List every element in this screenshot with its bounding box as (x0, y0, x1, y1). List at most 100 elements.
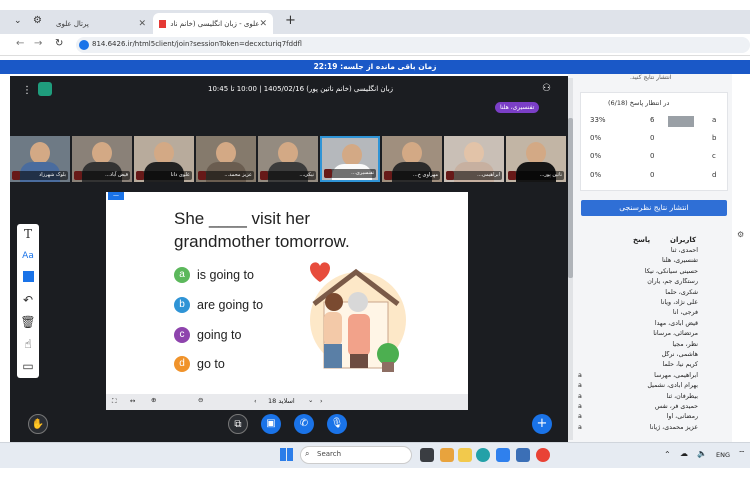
widgets-icon[interactable] (440, 448, 454, 462)
prev-slide-icon[interactable]: ‹ (254, 397, 257, 405)
slide-selector[interactable]: اسلاید 18 (268, 397, 295, 405)
edge-icon[interactable] (476, 448, 490, 462)
option-text: is going to (197, 268, 254, 282)
more-options-icon[interactable]: ⋮ (22, 85, 32, 96)
browser-menu-icon[interactable]: ⌄ (14, 16, 22, 26)
poll-user-name: تفنسیری، هلنا (661, 257, 698, 265)
input-language[interactable]: ENG (716, 451, 730, 459)
wifi-icon[interactable]: ⌔ (738, 449, 746, 459)
store-icon[interactable] (496, 448, 510, 462)
video-tile[interactable]: قیض آباد... (72, 136, 132, 182)
session-timer-bar: زمان باقی مانده از جلسه: 22:19 (0, 60, 750, 74)
back-icon[interactable]: ← (16, 38, 24, 49)
video-tile[interactable]: مهراوی خ... (382, 136, 442, 182)
browser-tab-class[interactable]: علوی - زبان انگلیسی (خانم ناد ✕ (153, 13, 273, 34)
tab-title: علوی - زبان انگلیسی (خانم ناد (170, 19, 260, 28)
video-tile[interactable]: نیکی... (258, 136, 318, 182)
windows-start-icon[interactable] (280, 448, 293, 461)
color-picker-icon[interactable] (20, 270, 36, 286)
poll-bar (668, 134, 694, 145)
slide-minimize-icon[interactable]: — (108, 192, 124, 200)
tray-speaker-icon[interactable]: 🔈 (697, 449, 707, 458)
video-tile[interactable]: بلوک شهرزاد (10, 136, 70, 182)
poll-result-row: 0% 0 d (590, 171, 722, 183)
poll-result-row: 33% 6 a (590, 116, 722, 128)
chevron-down-icon[interactable]: ⌄ (308, 396, 313, 404)
poll-label: d (712, 171, 717, 179)
fit-width-icon[interactable]: ↔ (130, 397, 135, 405)
screen-share-button[interactable]: ⧉ (228, 414, 248, 434)
poll-user-name: علی نژاد، ویانا (660, 299, 698, 306)
poll-user-row: نظر، مجیا (578, 341, 698, 351)
poll-user-name: فرجی، آنا (672, 309, 698, 317)
actions-plus-button[interactable]: + (532, 414, 552, 434)
zoom-in-icon[interactable]: ⊕ (151, 396, 156, 404)
media-icon[interactable] (516, 448, 530, 462)
poll-percent: 33% (590, 116, 606, 124)
poll-user-name: هاشمی، نرگل (661, 351, 698, 358)
option-letter: c (174, 327, 190, 343)
browser-settings-icon[interactable]: ⚙ (33, 15, 42, 26)
poll-result-row: 0% 0 c (590, 152, 722, 164)
poll-percent: 0% (590, 152, 602, 160)
user-icon[interactable]: ⚇ (542, 83, 551, 94)
poll-user-row: هاشمی، نرگل (578, 351, 698, 361)
new-tab-icon[interactable]: + (285, 13, 296, 28)
video-tile[interactable]: ناتین پور... (506, 136, 566, 182)
next-slide-icon[interactable]: › (320, 397, 323, 405)
phone-button[interactable]: ✆ (294, 414, 314, 434)
tray-network-icon[interactable]: ☁ (680, 449, 688, 458)
font-size-icon[interactable]: Aa (20, 248, 36, 264)
poll-user-row: عزیز محمدی، ژیانا a (578, 424, 698, 434)
participant-name: بلوک شهرزاد (12, 171, 68, 180)
video-tile[interactable]: ابراهیمی... (444, 136, 504, 182)
poll-user-row: تفنسیری، هلنا (578, 257, 698, 267)
poll-user-row: رستگاری جم، یاران (578, 278, 698, 288)
undo-icon[interactable]: ↶ (20, 292, 36, 308)
close-icon[interactable]: ✕ (259, 19, 267, 29)
hand-icon[interactable]: ☝ (20, 336, 36, 352)
publish-poll-button[interactable]: انتشار نتایج نظرسنجی (581, 200, 727, 216)
forward-icon[interactable]: → (34, 38, 42, 49)
poll-user-name: قیض آبادی، مهدا (654, 319, 698, 327)
search-placeholder: Search (317, 450, 342, 458)
users-column-header: کاربران (670, 236, 697, 244)
text-tool-icon[interactable]: T (20, 226, 36, 242)
browser-tab-portal[interactable]: پرتال علوی ✕ (50, 13, 152, 34)
panel-scrollbar[interactable] (568, 78, 573, 440)
participant-name: عزیز محمد... (198, 171, 254, 180)
raise-hand-button[interactable]: ✋ (28, 414, 48, 434)
poll-user-name: کریم نیا، حلما (662, 361, 698, 369)
chrome-icon[interactable] (536, 448, 550, 462)
taskbar-search[interactable]: ⌕ Search (300, 446, 412, 464)
participant-name: مهراوی خ... (384, 171, 440, 180)
video-tile-active[interactable]: تفنسیری... (320, 136, 380, 182)
poll-label: c (712, 152, 716, 160)
reload-icon[interactable]: ↻ (55, 38, 63, 49)
poll-label: b (712, 134, 717, 142)
task-view-icon[interactable] (420, 448, 434, 462)
site-info-icon[interactable] (79, 40, 89, 50)
chart-icon[interactable]: ▭ (20, 358, 36, 374)
video-tile[interactable]: علوی دانا (134, 136, 194, 182)
zoom-out-icon[interactable]: ⊖ (198, 396, 203, 404)
camera-button[interactable]: ▣ (261, 414, 281, 434)
tab-title: پرتال علوی (56, 19, 89, 28)
poll-user-name: بهرام آبادی، نشمیل (647, 382, 698, 390)
settings-icon[interactable]: ⚙ (737, 230, 744, 239)
tray-chevron-icon[interactable]: ⌃ (664, 450, 671, 459)
poll-user-name: حسینی سیانکی، نیکا (644, 267, 698, 275)
poll-bar (668, 116, 694, 127)
participant-name: نیکی... (260, 171, 316, 180)
option-text: going to (197, 328, 242, 342)
microphone-button[interactable]: 🎙 (327, 414, 347, 434)
delete-icon[interactable]: 🗑 (20, 314, 36, 330)
close-icon[interactable]: ✕ (138, 19, 146, 29)
video-tile[interactable]: عزیز محمد... (196, 136, 256, 182)
slide-control-bar: ⛶ ↔ ⊕ ⊖ ‹ اسلاید 18 ⌄ › (106, 394, 468, 410)
url-field[interactable]: 814.6426.ir/html5client/join?sessionToke… (76, 37, 750, 53)
poll-user-name: رمضانی، آوا (666, 413, 698, 421)
fit-screen-icon[interactable]: ⛶ (112, 397, 117, 406)
option-text: are going to (197, 298, 264, 312)
file-explorer-icon[interactable] (458, 448, 472, 462)
